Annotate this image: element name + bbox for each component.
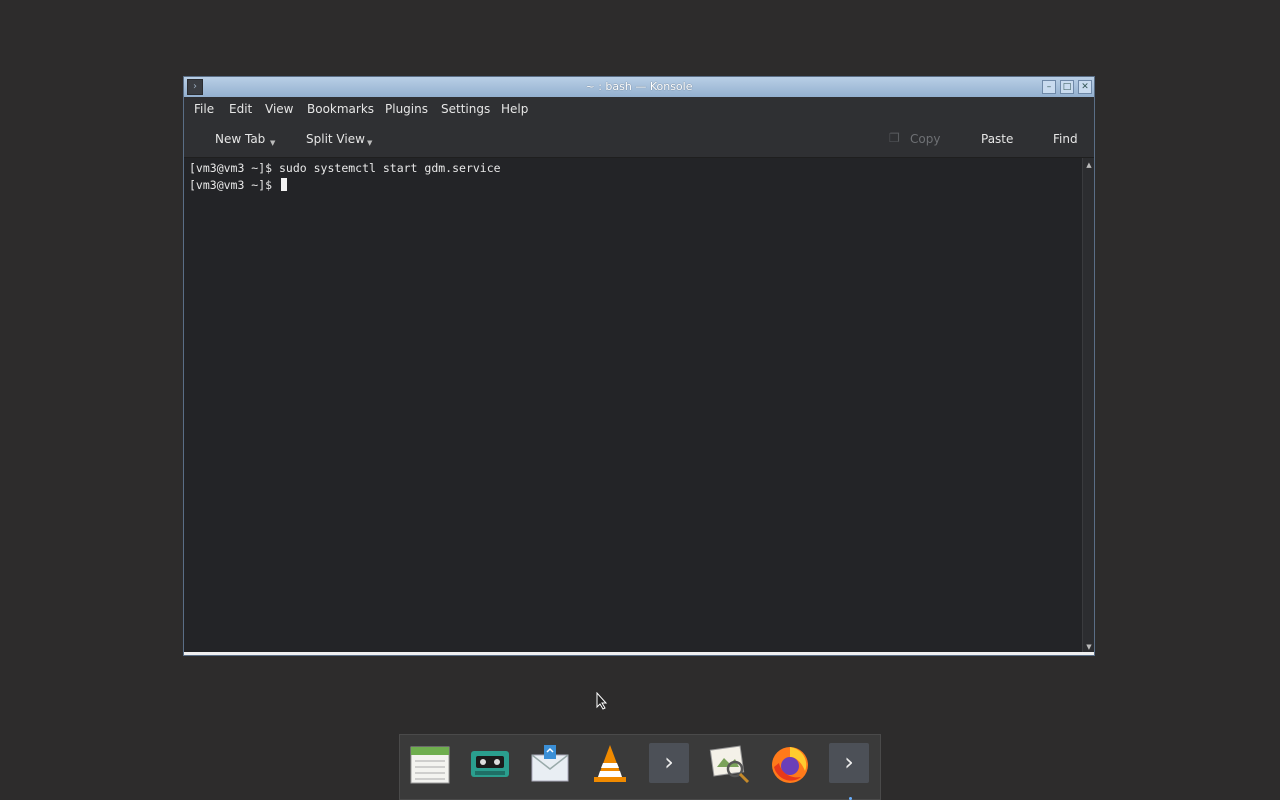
terminal-line-1: [vm3@vm3 ~]$ sudo systemctl start gdm.se… xyxy=(189,161,501,175)
menu-bookmarks[interactable]: Bookmarks xyxy=(307,102,374,116)
konsole-window: › ~ : bash — Konsole – □ ✕ File Edit Vie… xyxy=(183,76,1095,656)
menu-view[interactable]: View xyxy=(265,102,293,116)
menu-bar: File Edit View Bookmarks Plugins Setting… xyxy=(184,97,1094,122)
menu-settings[interactable]: Settings xyxy=(441,102,490,116)
new-tab-dropdown-icon[interactable]: ▼ xyxy=(270,139,275,147)
mail-client-icon[interactable] xyxy=(529,743,571,785)
terminal-prompt: [vm3@vm3 ~]$ xyxy=(189,178,280,192)
paste-icon xyxy=(962,131,976,145)
terminal-line-2: [vm3@vm3 ~]$ xyxy=(189,178,288,192)
paste-button[interactable]: Paste xyxy=(981,132,1013,146)
split-view-button[interactable]: Split View xyxy=(306,132,365,146)
menu-edit[interactable]: Edit xyxy=(229,102,252,116)
image-viewer-icon[interactable] xyxy=(709,743,751,785)
terminal-icon[interactable]: › xyxy=(649,743,691,785)
menu-plugins[interactable]: Plugins xyxy=(385,102,428,116)
menu-help[interactable]: Help xyxy=(501,102,528,116)
calendar-app-icon[interactable] xyxy=(409,743,451,785)
vlc-media-player-icon[interactable] xyxy=(589,743,631,785)
minimize-button[interactable]: – xyxy=(1042,80,1056,94)
title-bar[interactable]: › ~ : bash — Konsole – □ ✕ xyxy=(184,77,1094,97)
vertical-scrollbar[interactable]: ▲ ▼ xyxy=(1082,158,1094,654)
close-button[interactable]: ✕ xyxy=(1078,80,1092,94)
scroll-down-arrow-icon[interactable]: ▼ xyxy=(1084,642,1094,652)
new-tab-icon xyxy=(198,131,212,145)
find-button[interactable]: Find xyxy=(1053,132,1078,146)
menu-file[interactable]: File xyxy=(194,102,214,116)
split-view-icon xyxy=(288,131,302,145)
split-view-dropdown-icon[interactable]: ▼ xyxy=(367,139,372,147)
text-cursor xyxy=(281,178,288,191)
toolbar: New Tab ▼ Split View ▼ ❐ Copy Paste Find xyxy=(184,121,1094,158)
copy-button[interactable]: Copy xyxy=(910,132,940,146)
mouse-pointer-icon xyxy=(596,692,608,710)
scroll-up-arrow-icon[interactable]: ▲ xyxy=(1084,160,1094,170)
window-title: ~ : bash — Konsole xyxy=(585,80,693,93)
cassette-player-icon[interactable] xyxy=(469,743,511,785)
terminal-icon-2[interactable]: › xyxy=(829,743,871,785)
copy-icon: ❐ xyxy=(889,131,900,145)
new-tab-button[interactable]: New Tab xyxy=(215,132,265,146)
dock: › › xyxy=(399,734,881,800)
firefox-icon[interactable] xyxy=(769,743,811,785)
terminal-output[interactable]: [vm3@vm3 ~]$ sudo systemctl start gdm.se… xyxy=(184,158,1082,654)
window-bottom-edge xyxy=(184,652,1094,655)
maximize-button[interactable]: □ xyxy=(1060,80,1074,94)
